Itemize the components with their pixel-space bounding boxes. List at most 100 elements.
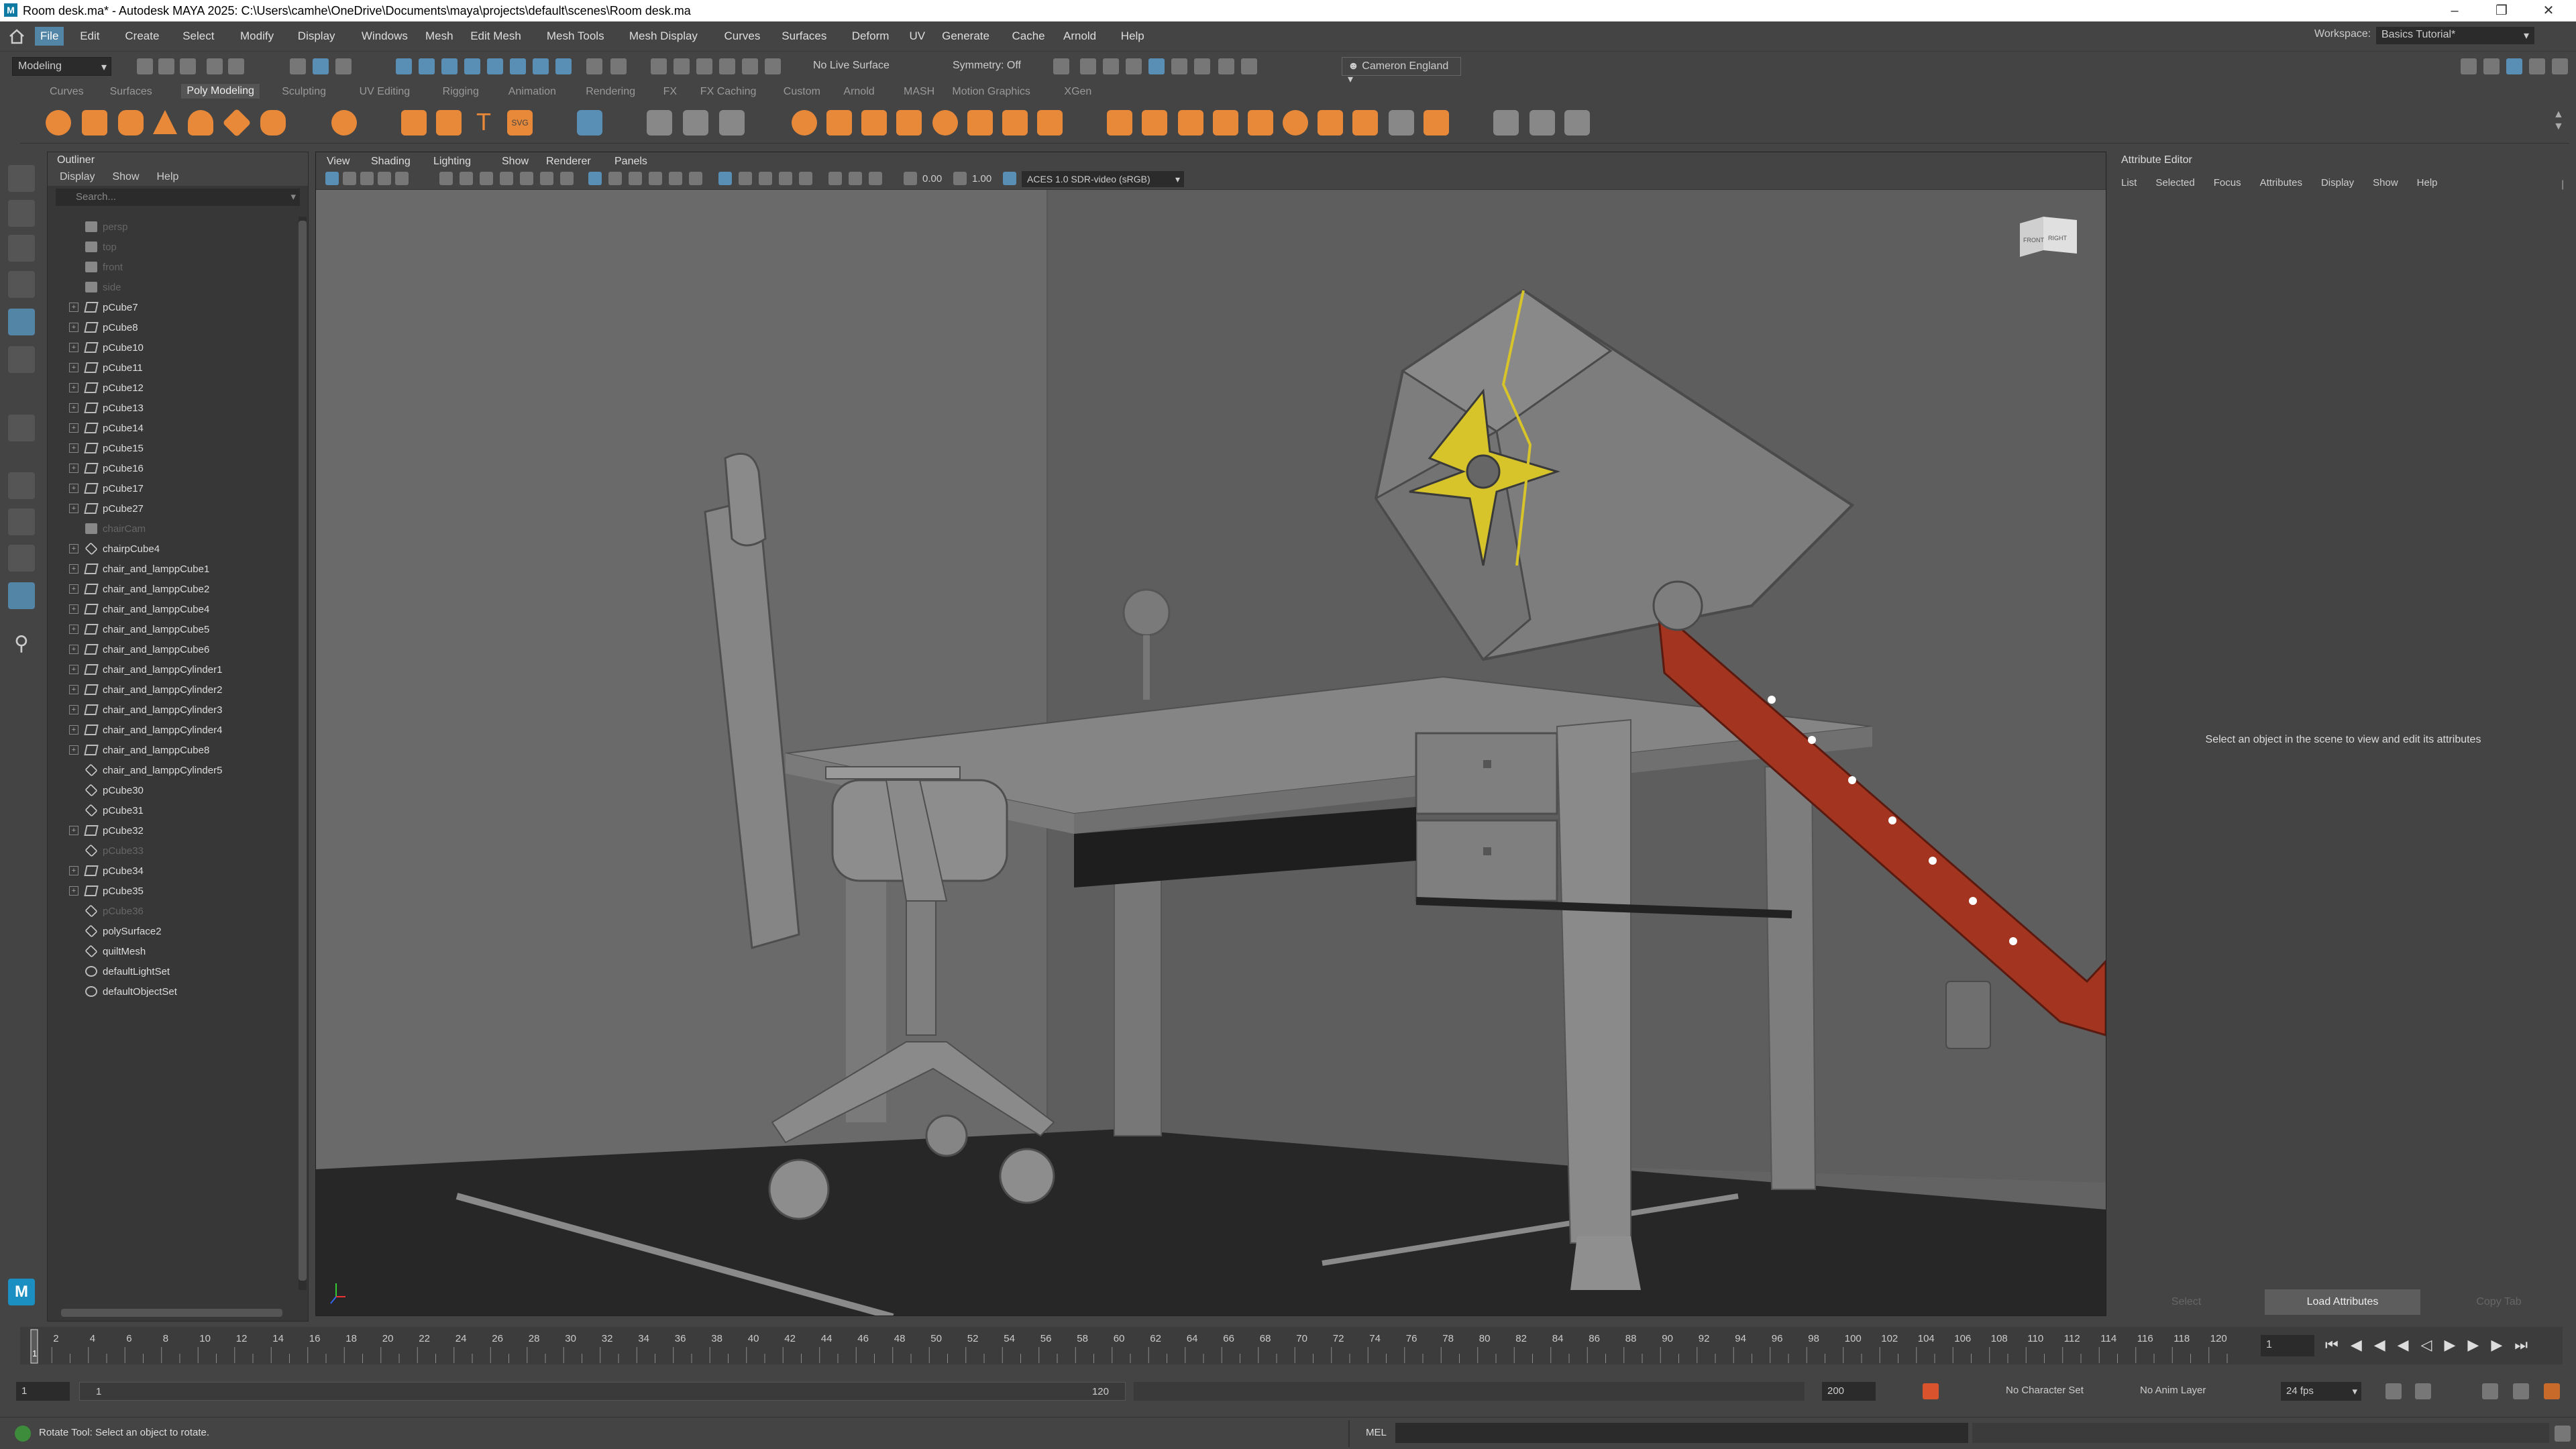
outliner-item[interactable]: + pCube32 bbox=[48, 820, 296, 841]
menu-deform[interactable]: Deform bbox=[852, 30, 890, 43]
outliner-menu-display[interactable]: Display bbox=[60, 171, 95, 182]
uv-editor-icon[interactable] bbox=[1564, 110, 1590, 136]
menu-select[interactable]: Select bbox=[182, 30, 214, 43]
shelf-tab-custom[interactable]: Custom bbox=[784, 86, 820, 98]
paint-select-tool-icon[interactable] bbox=[8, 235, 35, 262]
type-tool-icon[interactable]: T bbox=[471, 110, 496, 136]
outliner-item[interactable]: + pCube35 bbox=[48, 881, 296, 901]
poly-plane-icon[interactable] bbox=[222, 108, 252, 138]
redo-icon[interactable] bbox=[228, 58, 244, 74]
lock-icon[interactable] bbox=[586, 58, 602, 74]
workspace-selector[interactable]: Workspace: Basics Tutorial* ▾ bbox=[2314, 27, 2534, 44]
x-ray-icon[interactable] bbox=[849, 172, 862, 185]
boolean-icon[interactable] bbox=[896, 110, 922, 136]
select-component-icon[interactable] bbox=[335, 58, 352, 74]
command-input[interactable] bbox=[1395, 1423, 1968, 1443]
expand-icon[interactable]: + bbox=[69, 584, 78, 594]
svg-tool-icon[interactable]: SVG bbox=[507, 110, 533, 136]
expand-icon[interactable]: + bbox=[69, 464, 78, 473]
play-backward-icon[interactable]: ◁ bbox=[2421, 1336, 2445, 1353]
move-tool-icon[interactable] bbox=[8, 271, 35, 298]
persp-outliner-layout-icon[interactable] bbox=[8, 582, 35, 609]
menu-mesh[interactable]: Mesh bbox=[425, 30, 453, 43]
select-tool-icon[interactable] bbox=[8, 165, 35, 192]
fps-selector[interactable]: 24 fps ▾ bbox=[2281, 1382, 2361, 1401]
shelf-tab-mash[interactable]: MASH bbox=[904, 86, 934, 98]
shelf-tab-rigging[interactable]: Rigging bbox=[443, 86, 479, 98]
four-view-layout-icon[interactable] bbox=[8, 508, 35, 535]
combine-icon[interactable] bbox=[792, 110, 817, 136]
step-back-key-icon[interactable]: ◀◀ bbox=[2351, 1336, 2398, 1353]
outliner-item[interactable]: + chairpCube4 bbox=[48, 539, 296, 559]
extract-icon[interactable] bbox=[861, 110, 887, 136]
attr-menu-display[interactable]: Display bbox=[2321, 177, 2354, 189]
expand-icon[interactable]: + bbox=[69, 564, 78, 574]
expand-icon[interactable]: + bbox=[69, 645, 78, 654]
outliner-item[interactable]: + chair_and_lamppCylinder1 bbox=[48, 659, 296, 680]
connect-icon[interactable] bbox=[1318, 110, 1343, 136]
snap-view-plane-icon[interactable] bbox=[464, 58, 480, 74]
anti-aliasing-icon[interactable] bbox=[779, 172, 792, 185]
minimize-icon[interactable]: – bbox=[2435, 0, 2474, 21]
animation-end-field[interactable]: 200 bbox=[1822, 1382, 1876, 1401]
motion-blur-icon[interactable] bbox=[759, 172, 772, 185]
expand-icon[interactable]: + bbox=[69, 484, 78, 493]
lasso-tool-icon[interactable] bbox=[8, 200, 35, 227]
input-output-icon[interactable] bbox=[610, 58, 627, 74]
range-slider-bar[interactable]: 1 120 bbox=[79, 1382, 1126, 1401]
outliner-item[interactable]: + pCube7 bbox=[48, 297, 296, 317]
outliner-menu-help[interactable]: Help bbox=[157, 171, 179, 182]
viewport-menu-panels[interactable]: Panels bbox=[614, 156, 647, 168]
snap-edge-icon[interactable] bbox=[533, 58, 549, 74]
retopologize-icon[interactable] bbox=[1037, 110, 1063, 136]
outliner-item[interactable]: defaultObjectSet bbox=[48, 981, 296, 1002]
offset-edge-loop-icon[interactable] bbox=[1178, 110, 1203, 136]
viewport-menu-view[interactable]: View bbox=[327, 156, 350, 168]
bridge-icon[interactable] bbox=[683, 110, 708, 136]
attr-menu-selected[interactable]: Selected bbox=[2155, 177, 2194, 189]
merge-icon[interactable] bbox=[1352, 110, 1378, 136]
shelf-tab-poly-modeling[interactable]: Poly Modeling bbox=[181, 84, 260, 99]
gamma-icon[interactable] bbox=[953, 172, 967, 185]
outliner-item[interactable]: pCube36 bbox=[48, 901, 296, 921]
outliner-item[interactable]: pCube33 bbox=[48, 841, 296, 861]
image-plane-icon[interactable] bbox=[378, 172, 391, 185]
time-ruler[interactable]: 2 4 6 8 10 12 14 16 18 20 22 24 26 28 30 32 34 36 38 40 42 44… bbox=[20, 1327, 2234, 1364]
reduce-icon[interactable] bbox=[1002, 110, 1028, 136]
expand-icon[interactable]: + bbox=[69, 443, 78, 453]
outliner-item[interactable]: + pCube15 bbox=[48, 438, 296, 458]
outliner-item[interactable]: + chair_and_lamppCube6 bbox=[48, 639, 296, 659]
step-forward-frame-icon[interactable]: ▶▶ bbox=[2467, 1336, 2514, 1353]
time-slider[interactable]: 2 4 6 8 10 12 14 16 18 20 22 24 26 28 30 32 34 36 38 40 42 44… bbox=[20, 1327, 2563, 1364]
expand-icon[interactable]: + bbox=[69, 383, 78, 392]
attr-menu-help[interactable]: Help bbox=[2417, 177, 2438, 189]
menu-file[interactable]: File bbox=[35, 27, 64, 46]
modeling-toolkit-icon[interactable] bbox=[2461, 58, 2477, 74]
outliner-menu-show[interactable]: Show bbox=[112, 171, 139, 182]
menu-help[interactable]: Help bbox=[1121, 30, 1144, 43]
expand-icon[interactable]: + bbox=[69, 544, 78, 553]
outliner-item[interactable]: + pCube14 bbox=[48, 418, 296, 438]
outliner-search-input[interactable]: Search... ▾ bbox=[56, 189, 300, 206]
copy-tab-button[interactable]: Copy Tab bbox=[2423, 1289, 2575, 1315]
poly-disc-icon[interactable] bbox=[260, 110, 286, 136]
menu-generate[interactable]: Generate bbox=[942, 30, 989, 43]
outliner-item[interactable]: + pCube8 bbox=[48, 317, 296, 337]
search-icon[interactable]: ⚲ bbox=[8, 632, 35, 659]
shelf-tab-sculpting[interactable]: Sculpting bbox=[282, 86, 326, 98]
grid-toggle-icon[interactable] bbox=[588, 172, 602, 185]
use-all-lights-icon[interactable] bbox=[689, 172, 702, 185]
menu-mesh-display[interactable]: Mesh Display bbox=[629, 30, 698, 43]
super-shape-icon[interactable] bbox=[401, 110, 427, 136]
outliner-item[interactable]: quiltMesh bbox=[48, 941, 296, 961]
attr-menu-attributes[interactable]: Attributes bbox=[2260, 177, 2302, 189]
menu-mesh-tools[interactable]: Mesh Tools bbox=[547, 30, 604, 43]
refresh-icon[interactable] bbox=[1218, 58, 1234, 74]
character-set-selector[interactable]: No Character Set bbox=[2006, 1385, 2084, 1396]
outliner-item[interactable]: front bbox=[48, 257, 296, 277]
outliner-item[interactable]: + pCube13 bbox=[48, 398, 296, 418]
auto-key-icon[interactable] bbox=[1923, 1383, 1939, 1399]
anim-layer-selector[interactable]: No Anim Layer bbox=[2140, 1385, 2206, 1396]
step-back-frame-icon[interactable]: ◀ bbox=[2398, 1336, 2421, 1353]
outliner-item[interactable]: + pCube34 bbox=[48, 861, 296, 881]
